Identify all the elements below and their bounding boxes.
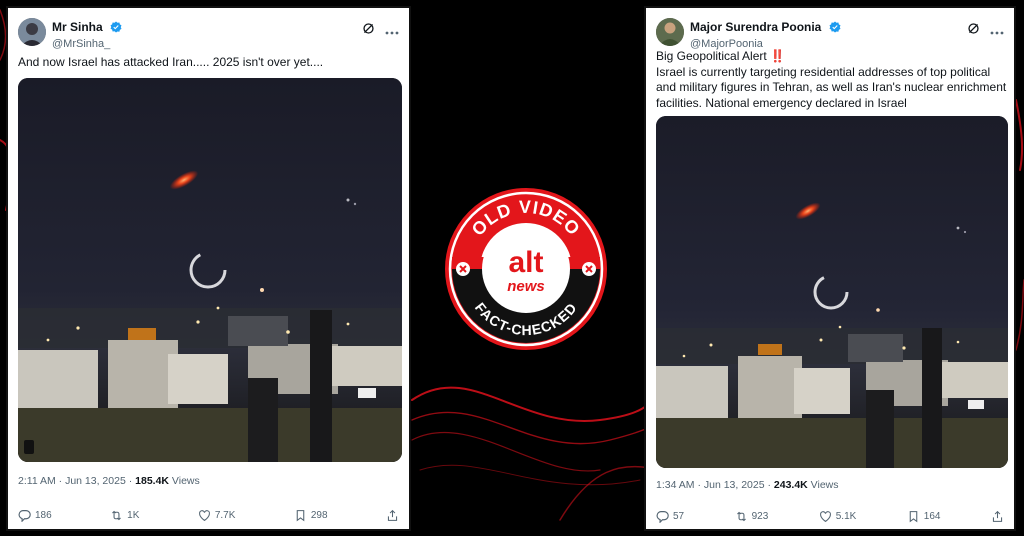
post-video[interactable] [656,116,1008,468]
heart-icon [819,511,831,523]
alert-marks: ‼️ [770,49,786,63]
grok-icon[interactable] [967,22,980,40]
grok-icon[interactable] [362,22,375,40]
reply-count: 57 [673,511,685,522]
post-video[interactable] [18,78,402,462]
author-name[interactable]: Mr Sinha [52,20,103,34]
post-card-left[interactable]: Mr Sinha @MrSinha_ And now Israel has at… [6,6,411,531]
repost-count: 923 [751,511,769,522]
post-text-heading: Big Geopolitical Alert [656,49,767,63]
verified-badge-icon [110,21,122,33]
repost-count: 1K [127,510,140,521]
post-meta: 2:11 AM · Jun 13, 2025 · 185.4K Views [18,475,200,487]
video-frame [656,116,1008,468]
more-options-icon[interactable] [385,22,399,40]
badge-close-icon-left [456,262,470,276]
reply-button[interactable]: 186 [18,509,52,522]
post-actions: 186 1K 7.7K 298 [18,509,399,522]
post-text: And now Israel has attacked Iran..... 20… [18,55,324,69]
more-options-icon[interactable] [990,22,1004,40]
repost-button[interactable]: 923 [735,510,769,523]
bookmark-count: 298 [310,510,328,521]
share-icon [387,509,398,521]
repost-icon [112,510,122,521]
views-count: 185.4K [135,475,169,487]
like-button[interactable]: 7.7K [198,509,236,522]
bookmark-button[interactable]: 298 [294,509,328,522]
post-timestamp[interactable]: 2:11 AM · Jun 13, 2025 · [18,475,135,487]
reply-icon [656,511,669,523]
badge-close-icon-right [582,262,596,276]
reply-icon [18,510,31,522]
repost-button[interactable]: 1K [110,509,139,522]
post-header: Major Surendra Poonia @MajorPoonia [656,16,1004,50]
post-meta: 1:34 AM · Jun 13, 2025 · 243.4K Views [656,479,839,491]
views-label: Views [169,475,200,487]
like-button[interactable]: 5.1K [819,510,857,523]
like-count: 7.7K [214,510,236,521]
views-label: Views [807,479,839,491]
post-actions: 57 923 5.1K 164 [656,510,1004,523]
bookmark-button[interactable]: 164 [907,510,941,523]
views-count: 243.4K [773,479,808,491]
heart-icon [198,510,210,522]
reply-count: 186 [35,510,52,521]
avatar[interactable] [18,18,46,46]
author-name[interactable]: Major Surendra Poonia [690,20,821,34]
video-frame [18,78,402,462]
fact-check-badge: OLD VIDEO FACT-CHECKED alt news [445,188,607,350]
share-icon [992,510,1003,522]
post-card-right[interactable]: Major Surendra Poonia @MajorPoonia Big G… [644,6,1016,531]
post-header: Mr Sinha @MrSinha_ [18,16,399,50]
bookmark-icon [909,511,918,523]
badge-logo-news: news [507,278,545,295]
like-count: 5.1K [835,511,857,522]
verified-badge-icon [829,21,841,33]
post-text-body: Israel is currently targeting residentia… [656,64,1007,110]
repost-icon [736,511,746,522]
share-button[interactable] [991,510,1004,523]
author-handle[interactable]: @MrSinha_ [52,38,122,50]
badge-logo-alt: alt [508,246,543,279]
avatar[interactable] [656,18,684,46]
post-text: Big Geopolitical Alert ‼️ Israel is curr… [656,49,1008,111]
bookmark-count: 164 [923,511,941,522]
post-timestamp[interactable]: 1:34 AM · Jun 13, 2025 · [656,479,774,491]
bookmark-icon [296,510,305,522]
reply-button[interactable]: 57 [656,510,684,523]
share-button[interactable] [386,509,399,522]
